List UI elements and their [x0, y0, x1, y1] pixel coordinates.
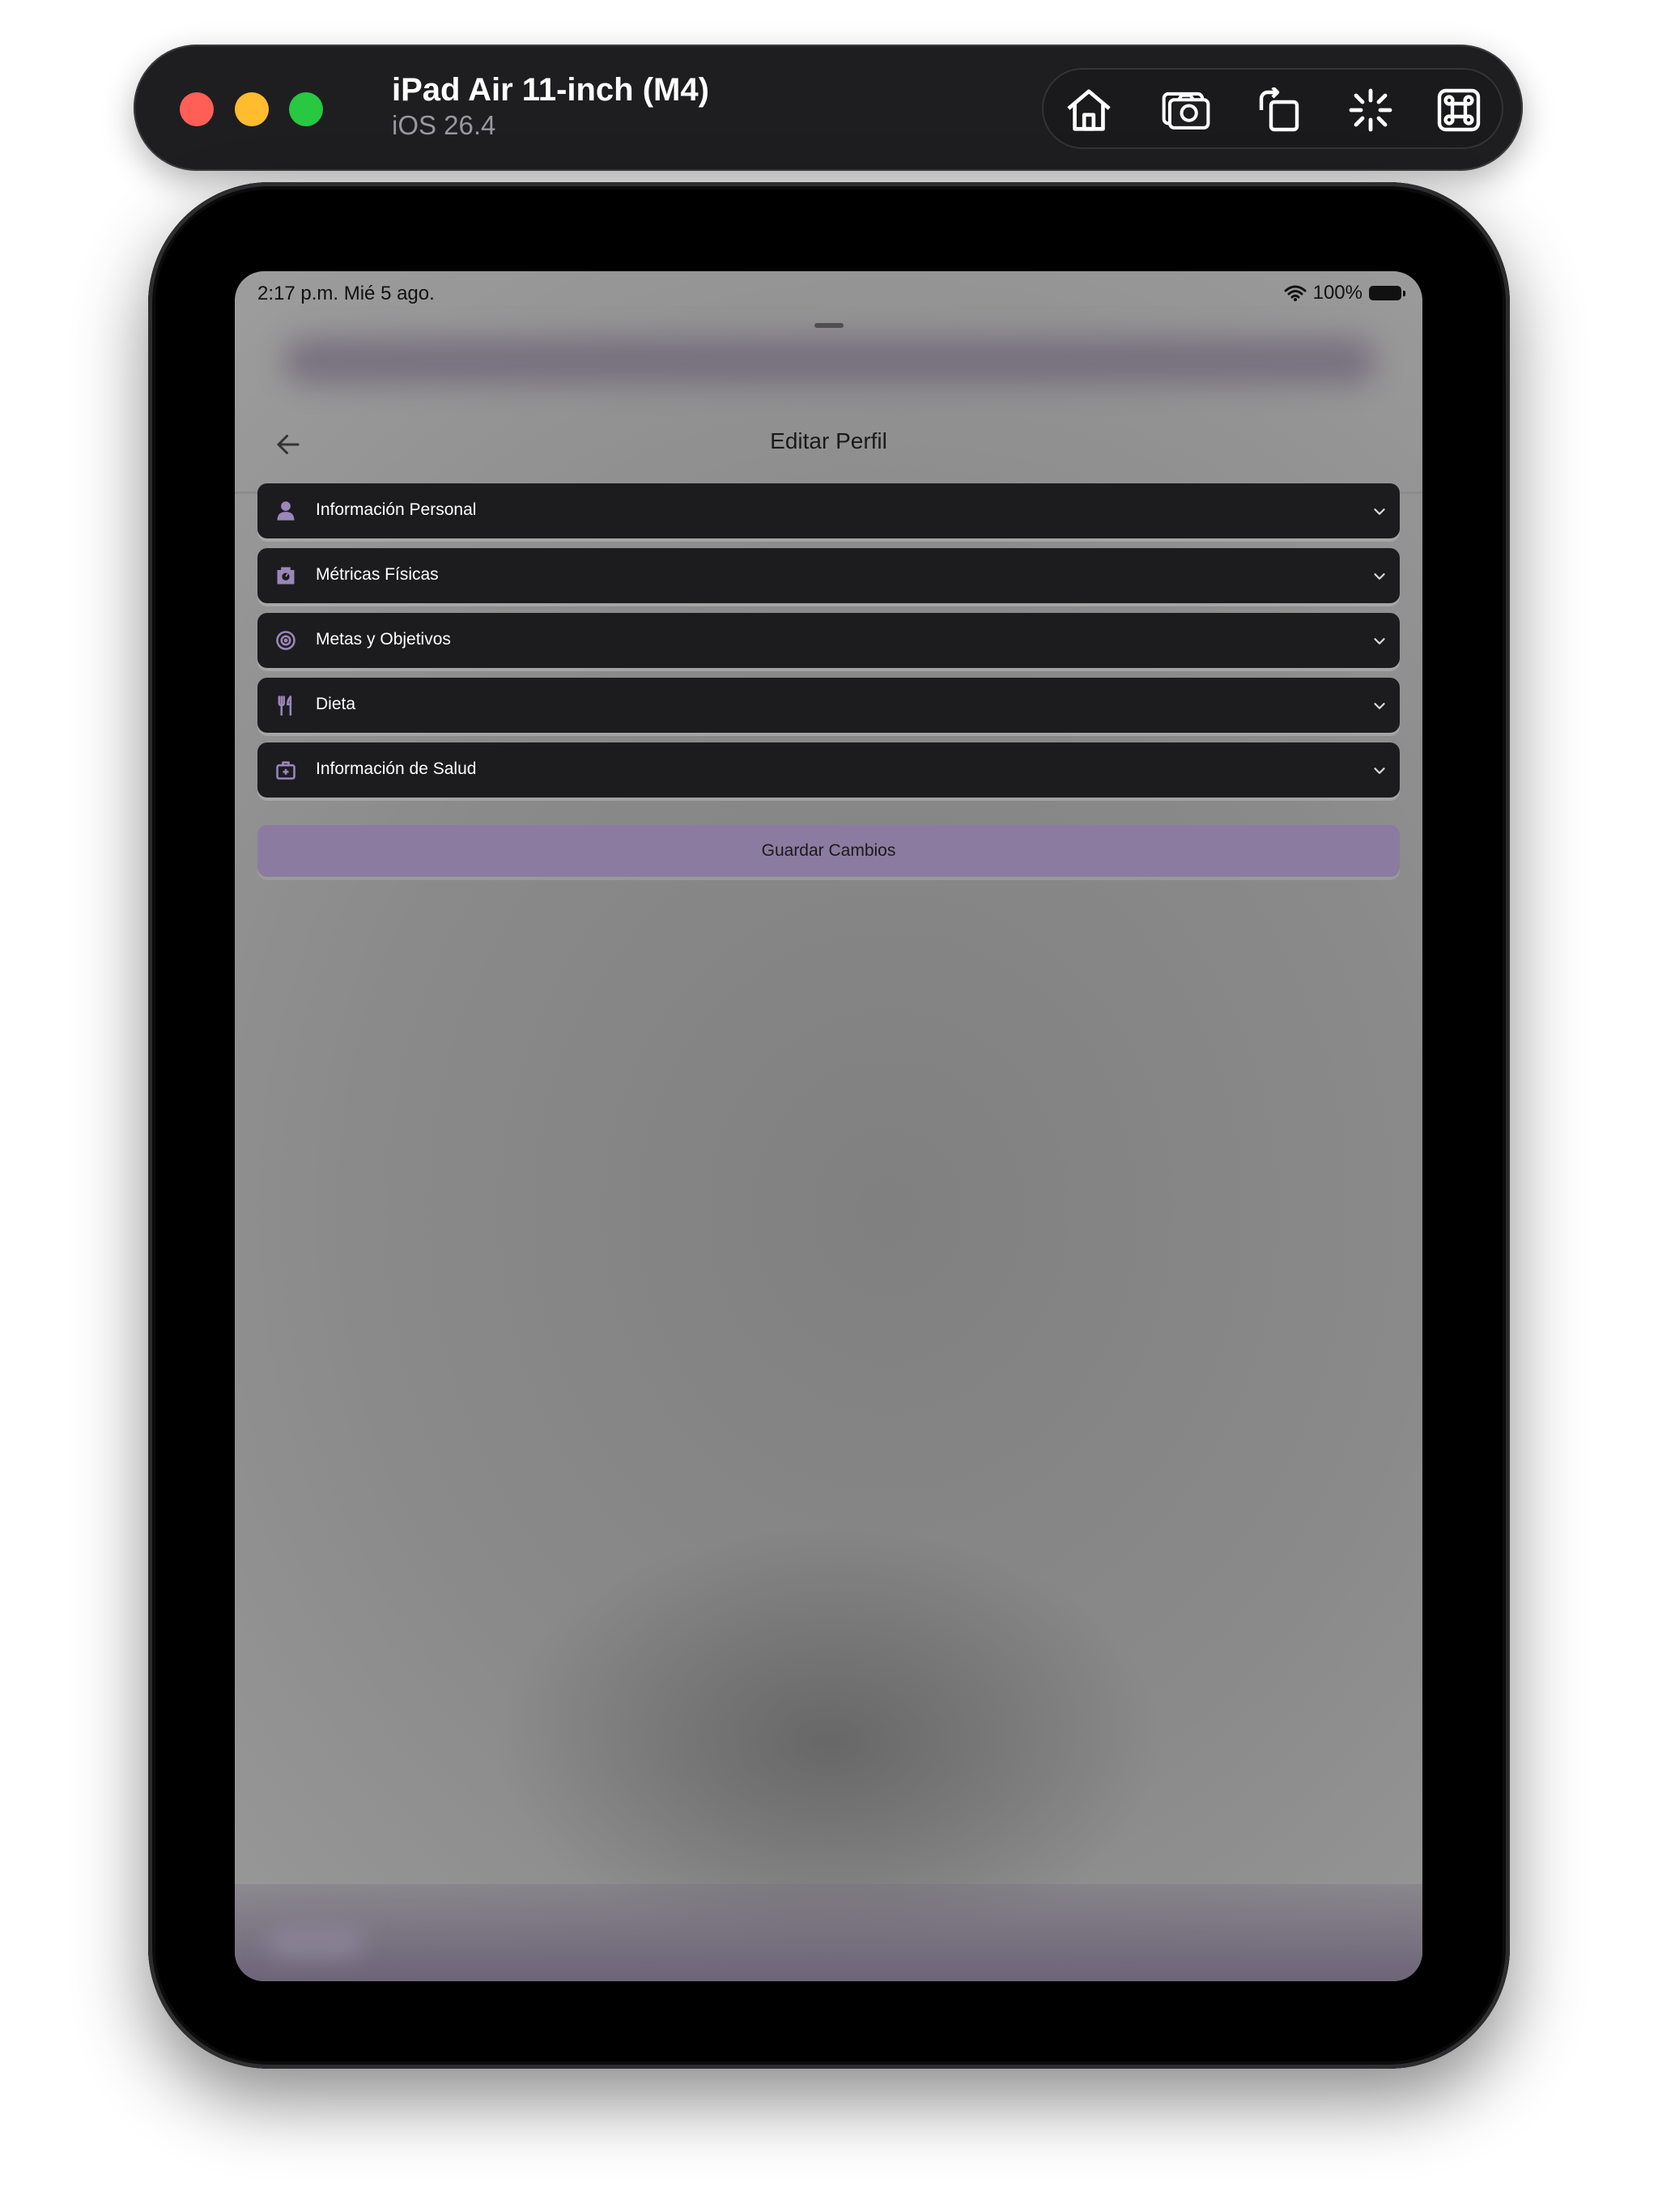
target-icon: [272, 627, 300, 654]
page-title: Editar Perfil: [770, 428, 887, 453]
shake-icon: [1349, 88, 1392, 132]
chevron-down-icon: [1367, 564, 1392, 589]
rotate-button[interactable]: [1251, 86, 1307, 134]
status-indicators: 100%: [1284, 281, 1405, 305]
minimize-window-button[interactable]: [235, 92, 269, 126]
device-name: iPad Air 11-inch (M4): [392, 72, 709, 108]
shake-button[interactable]: [1342, 86, 1399, 134]
ipad-screen: 2:17 p.m. Mié 5 ago. 100% Editar Perfil: [235, 271, 1422, 1981]
close-window-button[interactable]: [180, 92, 214, 126]
home-icon: [1067, 89, 1111, 131]
medical-kit-icon: [272, 756, 300, 784]
section-personal-info[interactable]: Información Personal: [257, 483, 1400, 538]
status-bar: 2:17 p.m. Mié 5 ago. 100%: [235, 271, 1422, 320]
command-button[interactable]: [1431, 86, 1487, 134]
chevron-down-icon: [1367, 500, 1392, 524]
blurred-tab-item: [267, 1925, 364, 1957]
section-goals[interactable]: Metas y Objetivos: [257, 613, 1400, 668]
section-health-info[interactable]: Información de Salud: [257, 742, 1400, 798]
section-label: Dieta: [316, 695, 356, 713]
section-label: Información de Salud: [316, 759, 477, 778]
battery-icon: [1369, 286, 1405, 300]
screenshot-button[interactable]: [1158, 86, 1214, 134]
scale-icon: [272, 562, 300, 589]
os-version: iOS 26.4: [392, 110, 496, 140]
battery-percent: 100%: [1312, 282, 1363, 304]
sheet-grabber[interactable]: [814, 323, 844, 328]
section-label: Metas y Objetivos: [316, 630, 451, 649]
save-changes-button[interactable]: Guardar Cambios: [257, 825, 1400, 877]
person-icon: [272, 497, 300, 525]
fork-knife-icon: [272, 691, 300, 719]
blurred-tab-bar: [235, 1884, 1422, 1981]
section-physical-metrics[interactable]: Métricas Físicas: [257, 548, 1400, 603]
chevron-down-icon: [1367, 759, 1392, 783]
blurred-background-content: [283, 338, 1376, 385]
profile-sections: Información Personal Métricas Físicas Me…: [257, 483, 1400, 807]
home-button[interactable]: [1061, 86, 1117, 134]
screenshot-icon: [1162, 91, 1210, 130]
status-time: 2:17 p.m. Mié 5 ago.: [257, 283, 435, 304]
section-label: Información Personal: [316, 500, 477, 519]
command-icon: [1437, 88, 1481, 132]
wifi-icon: [1284, 285, 1307, 301]
section-diet[interactable]: Dieta: [257, 678, 1400, 733]
chevron-down-icon: [1367, 694, 1392, 718]
rotate-icon: [1259, 87, 1299, 132]
zoom-window-button[interactable]: [289, 92, 323, 126]
navigation-bar: Editar Perfil: [235, 393, 1422, 494]
chevron-down-icon: [1367, 629, 1392, 653]
section-label: Métricas Físicas: [316, 565, 439, 584]
